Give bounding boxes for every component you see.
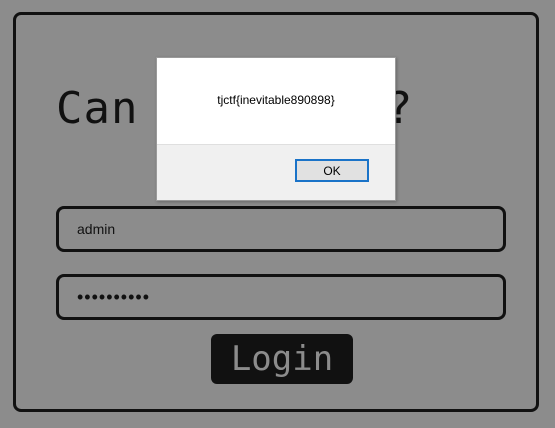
login-button[interactable]: Login <box>211 334 353 384</box>
page: Can I log in? Login tjctf{inevitable8908… <box>0 0 555 428</box>
alert-message: tjctf{inevitable890898} <box>217 93 335 107</box>
password-field[interactable] <box>56 274 506 320</box>
alert-footer: OK <box>157 144 395 200</box>
alert-dialog: tjctf{inevitable890898} OK <box>156 57 396 201</box>
ok-button[interactable]: OK <box>295 159 369 182</box>
username-field[interactable] <box>56 206 506 252</box>
